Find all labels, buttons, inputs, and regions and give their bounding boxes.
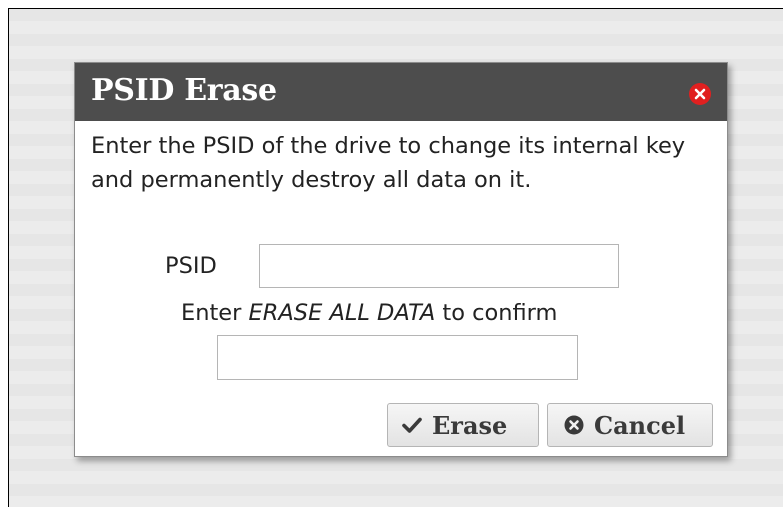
erase-button[interactable]: Erase <box>387 403 539 447</box>
confirm-input[interactable] <box>217 335 578 380</box>
confirm-instruction: Enter ERASE ALL DATA to confirm <box>181 296 557 330</box>
cancel-button[interactable]: Cancel <box>547 403 713 447</box>
close-icon <box>694 88 706 100</box>
dialog-description: Enter the PSID of the drive to change it… <box>91 133 686 193</box>
checkmark-icon <box>402 416 422 434</box>
psid-erase-dialog: PSID Erase Enter the PSID of the drive t… <box>74 62 728 457</box>
cancel-circle-icon <box>564 415 584 435</box>
psid-label: PSID <box>165 253 217 279</box>
page-background: PSID Erase Enter the PSID of the drive t… <box>8 8 783 507</box>
psid-input[interactable] <box>259 244 619 288</box>
confirm-prefix: Enter <box>181 300 249 326</box>
close-button[interactable] <box>689 83 711 105</box>
cancel-button-label: Cancel <box>594 410 686 440</box>
confirm-phrase: ERASE ALL DATA <box>248 300 436 326</box>
erase-button-label: Erase <box>432 410 508 440</box>
dialog-titlebar: PSID Erase <box>75 63 727 121</box>
dialog-title: PSID Erase <box>91 73 277 108</box>
confirm-suffix: to confirm <box>435 300 558 326</box>
